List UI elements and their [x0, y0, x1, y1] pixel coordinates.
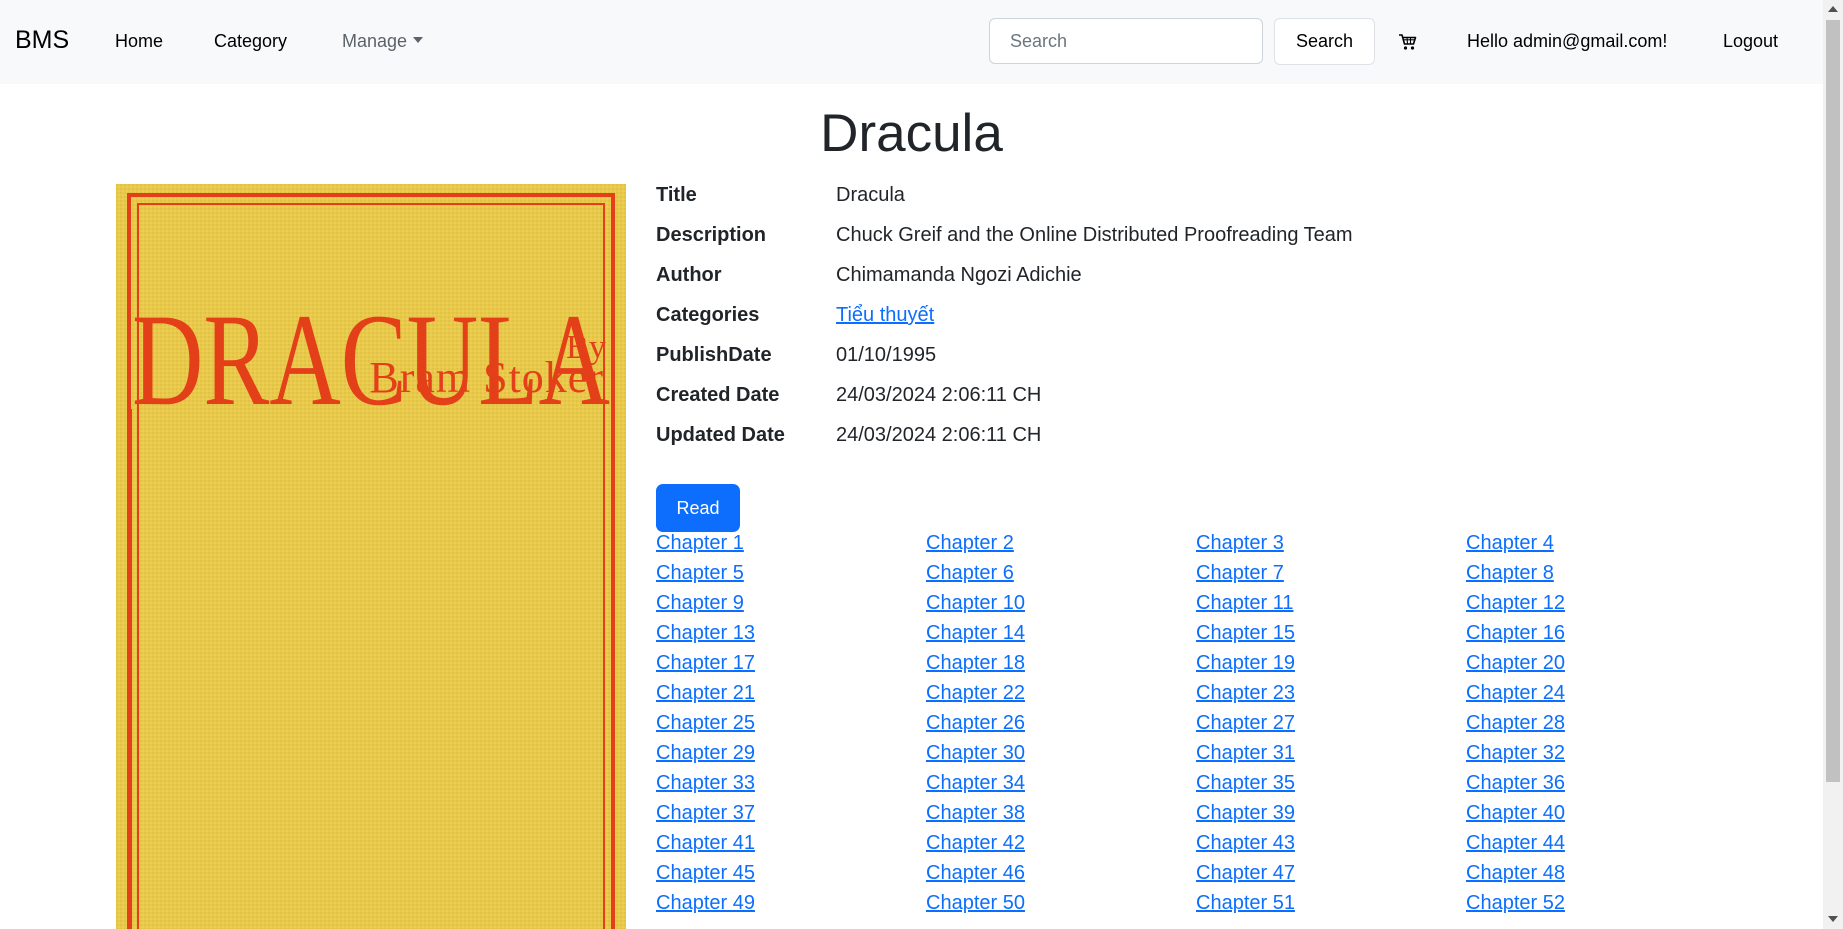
detail-label: PublishDate	[656, 344, 772, 366]
nav-home-link[interactable]: Home	[115, 31, 163, 52]
chapter-link[interactable]: Chapter 26	[926, 712, 1025, 735]
chapter-link[interactable]: Chapter 40	[1466, 802, 1565, 825]
chapter-link[interactable]: Chapter 49	[656, 892, 755, 915]
detail-label: Title	[656, 184, 697, 206]
chapter-link[interactable]: Chapter 5	[656, 562, 744, 585]
cart-icon[interactable]	[1398, 33, 1418, 51]
chapter-link[interactable]: Chapter 16	[1466, 622, 1565, 645]
chapter-link[interactable]: Chapter 45	[656, 862, 755, 885]
cover-author-text: Bram Stoker	[369, 353, 604, 402]
chapter-link[interactable]: Chapter 12	[1466, 592, 1565, 615]
detail-label: Categories	[656, 304, 760, 326]
chapter-link[interactable]: Chapter 19	[1196, 652, 1295, 675]
chapter-link[interactable]: Chapter 20	[1466, 652, 1565, 675]
chapter-link[interactable]: Chapter 3	[1196, 532, 1284, 555]
chapter-link[interactable]: Chapter 23	[1196, 682, 1295, 705]
scroll-up-arrow-icon[interactable]	[1828, 6, 1838, 12]
chapter-link[interactable]: Chapter 1	[656, 532, 744, 555]
detail-label: Author	[656, 264, 722, 286]
book-cover-image: DRACULA By Bram Stoker	[116, 184, 626, 929]
chapter-link[interactable]: Chapter 18	[926, 652, 1025, 675]
detail-value: Tiểu thuyết	[836, 304, 934, 327]
category-link[interactable]: Tiểu thuyết	[836, 304, 934, 326]
chapter-link[interactable]: Chapter 30	[926, 742, 1025, 765]
brand-logo[interactable]: BMS	[15, 26, 69, 55]
detail-value: 01/10/1995	[836, 344, 937, 366]
detail-label: Updated Date	[656, 424, 785, 446]
chapter-link[interactable]: Chapter 37	[656, 802, 755, 825]
chapter-link[interactable]: Chapter 46	[926, 862, 1025, 885]
nav-manage-label: Manage	[342, 31, 408, 51]
chapter-link[interactable]: Chapter 47	[1196, 862, 1295, 885]
chapter-link[interactable]: Chapter 41	[656, 832, 755, 855]
chapter-link[interactable]: Chapter 15	[1196, 622, 1295, 645]
detail-value: 24/03/2024 2:06:11 CH	[836, 384, 1042, 406]
chapter-link[interactable]: Chapter 34	[926, 772, 1025, 795]
chapter-link[interactable]: Chapter 22	[926, 682, 1025, 705]
scrollbar-thumb[interactable]	[1826, 20, 1840, 782]
chapter-link[interactable]: Chapter 31	[1196, 742, 1295, 765]
chapter-link[interactable]: Chapter 29	[656, 742, 755, 765]
detail-value: Chimamanda Ngozi Adichie	[836, 264, 1082, 286]
nav-category-link[interactable]: Category	[214, 31, 287, 52]
chapter-link[interactable]: Chapter 13	[656, 622, 755, 645]
chapter-link[interactable]: Chapter 7	[1196, 562, 1284, 585]
chapter-link[interactable]: Chapter 27	[1196, 712, 1295, 735]
chapter-link[interactable]: Chapter 11	[1196, 592, 1293, 615]
logout-link[interactable]: Logout	[1723, 31, 1778, 52]
chapter-link[interactable]: Chapter 8	[1466, 562, 1554, 585]
chapter-link[interactable]: Chapter 21	[656, 682, 755, 705]
navbar: BMS Home Category Manage Search Hello ad…	[0, 0, 1823, 84]
chapter-link[interactable]: Chapter 43	[1196, 832, 1295, 855]
chapter-link[interactable]: Chapter 51	[1196, 892, 1295, 915]
detail-label: Created Date	[656, 384, 780, 406]
chapter-link[interactable]: Chapter 4	[1466, 532, 1554, 555]
chapter-link[interactable]: Chapter 48	[1466, 862, 1565, 885]
detail-value: 24/03/2024 2:06:11 CH	[836, 424, 1042, 446]
user-greeting[interactable]: Hello admin@gmail.com!	[1467, 31, 1667, 52]
page-title: Dracula	[820, 104, 1003, 163]
search-input[interactable]	[989, 18, 1263, 64]
chapter-link[interactable]: Chapter 38	[926, 802, 1025, 825]
scroll-down-arrow-icon[interactable]	[1828, 916, 1838, 922]
nav-manage-dropdown[interactable]: Manage	[342, 31, 424, 52]
chapter-link[interactable]: Chapter 25	[656, 712, 755, 735]
chapter-link[interactable]: Chapter 44	[1466, 832, 1565, 855]
search-button[interactable]: Search	[1274, 18, 1375, 65]
chapter-link[interactable]: Chapter 6	[926, 562, 1014, 585]
chapter-link[interactable]: Chapter 32	[1466, 742, 1565, 765]
chapter-link[interactable]: Chapter 36	[1466, 772, 1565, 795]
chapter-link[interactable]: Chapter 10	[926, 592, 1025, 615]
read-button[interactable]: Read	[656, 484, 740, 532]
detail-label: Description	[656, 224, 767, 246]
chapter-link[interactable]: Chapter 24	[1466, 682, 1565, 705]
chapter-link[interactable]: Chapter 50	[926, 892, 1025, 915]
chapter-link[interactable]: Chapter 28	[1466, 712, 1565, 735]
chapter-link[interactable]: Chapter 2	[926, 532, 1014, 555]
chapter-link[interactable]: Chapter 35	[1196, 772, 1295, 795]
chevron-down-icon	[413, 37, 424, 43]
chapter-link[interactable]: Chapter 42	[926, 832, 1025, 855]
detail-value: Dracula	[836, 184, 905, 206]
detail-value: Chuck Greif and the Online Distributed P…	[836, 224, 1353, 246]
chapter-link[interactable]: Chapter 39	[1196, 802, 1295, 825]
chapter-link[interactable]: Chapter 52	[1466, 892, 1565, 915]
chapter-link[interactable]: Chapter 17	[656, 652, 755, 675]
chapter-link[interactable]: Chapter 14	[926, 622, 1025, 645]
chapter-link[interactable]: Chapter 9	[656, 592, 744, 615]
chapter-link[interactable]: Chapter 33	[656, 772, 755, 795]
